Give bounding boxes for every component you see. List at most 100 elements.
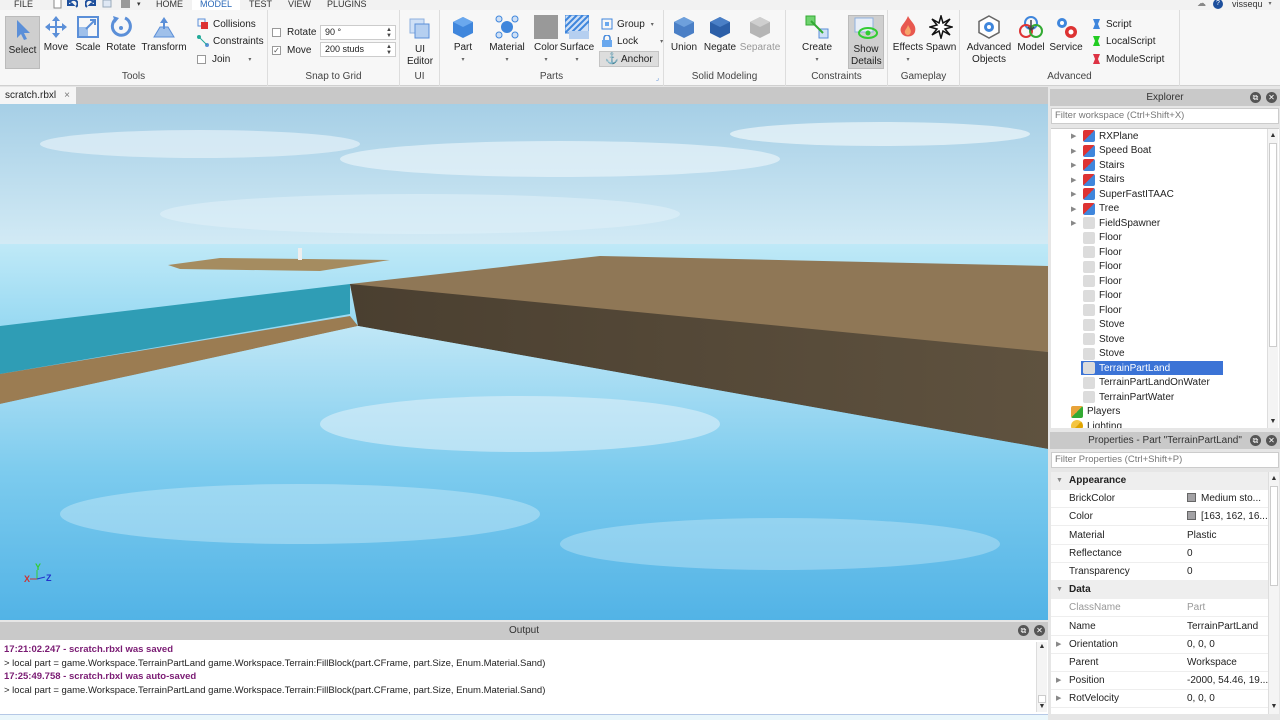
property-category[interactable]: ▼ Appearance [1051, 472, 1268, 490]
property-value[interactable]: Workspace [1187, 654, 1237, 672]
property-row[interactable]: Material Plastic [1051, 527, 1268, 545]
property-value[interactable]: 0 [1187, 563, 1193, 581]
output-scrollbar[interactable]: ▲ ▼ [1036, 642, 1047, 712]
join-toggle[interactable]: Join ▾ [197, 51, 251, 67]
properties-filter-input[interactable]: Filter Properties (Ctrl+Shift+P) [1051, 452, 1279, 468]
property-value[interactable]: Plastic [1187, 527, 1216, 545]
explorer-item[interactable]: Floor [1071, 231, 1122, 245]
model-button[interactable]: Model [1016, 14, 1046, 54]
rotate-snap-toggle[interactable]: Rotate [272, 24, 316, 40]
scroll-down-icon[interactable]: ▼ [1037, 702, 1047, 712]
command-bar[interactable] [0, 714, 1048, 720]
explorer-item[interactable]: Players [1067, 405, 1120, 419]
document-tab[interactable]: scratch.rbxl × [0, 87, 76, 104]
effects-dropdown-icon[interactable]: ▾ [906, 54, 909, 66]
property-row[interactable]: ▶ RotVelocity 0, 0, 0 [1051, 690, 1268, 709]
explorer-item[interactable]: Floor [1071, 303, 1122, 317]
join-dropdown-icon[interactable]: ▾ [248, 56, 251, 63]
explorer-item[interactable]: Floor [1071, 289, 1122, 303]
group-button[interactable]: Group ▾ [601, 16, 654, 32]
help-icon[interactable]: ? [1213, 0, 1223, 10]
move-snap-input[interactable]: 200 studs ▲ ▼ [320, 42, 396, 57]
explorer-item[interactable]: Lighting [1067, 419, 1122, 428]
explorer-item[interactable]: Floor [1071, 245, 1122, 259]
surface-dropdown-icon[interactable]: ▾ [575, 54, 578, 66]
negate-button[interactable]: Negate [704, 14, 736, 54]
property-row[interactable]: Parent Workspace [1051, 654, 1268, 672]
ui-editor-button[interactable]: UI Editor [404, 16, 436, 68]
explorer-item[interactable]: ▶ SuperFastITAAC [1071, 187, 1174, 201]
explorer-item[interactable]: TerrainPartWater [1071, 390, 1174, 404]
expand-arrow-icon[interactable]: ▶ [1056, 690, 1061, 708]
expand-arrow-icon[interactable]: ▶ [1071, 132, 1083, 140]
spinner-arrows-icon[interactable]: ▲ ▼ [386, 27, 392, 39]
quick-access-customize[interactable]: ▾ [137, 0, 141, 10]
material-button[interactable]: Material ▾ [488, 14, 526, 66]
service-button[interactable]: Service [1049, 14, 1083, 54]
part-button[interactable]: Part ▾ [450, 14, 476, 66]
tab-home[interactable]: HOME [156, 0, 183, 10]
explorer-item[interactable]: ▶ Speed Boat [1071, 144, 1151, 158]
explorer-item[interactable]: Floor [1071, 274, 1122, 288]
effects-button[interactable]: Effects ▾ [892, 14, 924, 66]
move-snap-checkbox[interactable]: ✓ [272, 45, 281, 55]
property-row[interactable]: Transparency 0 [1051, 563, 1268, 581]
expand-arrow-icon[interactable]: ▶ [1056, 636, 1061, 654]
select-button[interactable]: Select [5, 16, 40, 69]
property-value[interactable]: TerrainPartLand [1187, 618, 1258, 636]
undock-icon[interactable]: ⧉ [1250, 92, 1261, 103]
create-dropdown-icon[interactable]: ▾ [815, 54, 818, 66]
collapse-arrow-icon[interactable]: ▼ [1056, 472, 1063, 490]
explorer-item[interactable]: Stove [1071, 318, 1125, 332]
anchor-button[interactable]: ⚓ Anchor [599, 51, 659, 67]
close-tab-icon[interactable]: × [64, 87, 70, 104]
property-value[interactable]: 0, 0, 0 [1187, 690, 1215, 708]
explorer-item[interactable]: ▶ RXPlane [1071, 129, 1138, 143]
collisions-toggle[interactable]: Collisions [197, 16, 256, 32]
close-icon[interactable]: ✕ [1266, 92, 1277, 103]
script-button[interactable]: Script [1090, 16, 1132, 32]
expand-arrow-icon[interactable]: ▶ [1071, 219, 1083, 227]
scroll-thumb[interactable] [1269, 143, 1277, 347]
property-value[interactable]: Medium sto... [1187, 490, 1261, 508]
create-constraint-button[interactable]: Create ▾ [802, 14, 832, 66]
explorer-item[interactable]: Stove [1071, 347, 1125, 361]
union-button[interactable]: Union [670, 14, 698, 54]
localscript-button[interactable]: LocalScript [1090, 33, 1155, 49]
property-value[interactable]: 0 [1187, 545, 1193, 563]
tab-plugins[interactable]: PLUGINS [327, 0, 367, 10]
close-icon[interactable]: ✕ [1034, 625, 1045, 636]
scroll-up-icon[interactable]: ▲ [1268, 131, 1278, 141]
explorer-item[interactable]: TerrainPartLandOnWater [1071, 376, 1210, 390]
rotate-button[interactable]: Rotate [106, 14, 136, 54]
explorer-item[interactable]: Floor [1071, 260, 1122, 274]
part-dropdown-icon[interactable]: ▾ [461, 54, 464, 66]
property-value[interactable]: 0, 0, 0 [1187, 636, 1215, 654]
undock-icon[interactable]: ⧉ [1250, 435, 1261, 446]
surface-button[interactable]: Surface ▾ [560, 14, 594, 66]
join-checkbox[interactable] [197, 54, 206, 64]
publish-icon[interactable] [102, 0, 113, 9]
transform-button[interactable]: Transform [141, 14, 187, 54]
property-row[interactable]: ClassName Part [1051, 599, 1268, 618]
expand-arrow-icon[interactable]: ▶ [1056, 672, 1061, 690]
close-icon[interactable]: ✕ [1266, 435, 1277, 446]
expand-arrow-icon[interactable]: ▶ [1071, 161, 1083, 169]
tab-test[interactable]: TEST [249, 0, 272, 10]
material-dropdown-icon[interactable]: ▾ [505, 54, 508, 66]
scale-button[interactable]: Scale [74, 14, 102, 54]
new-file-icon[interactable] [52, 0, 63, 9]
property-value[interactable]: [163, 162, 16... [1187, 508, 1268, 526]
scroll-down-icon[interactable]: ▼ [1268, 417, 1278, 427]
property-row[interactable]: Reflectance 0 [1051, 545, 1268, 563]
stop-icon[interactable] [120, 0, 131, 9]
collapse-arrow-icon[interactable]: ▼ [1056, 581, 1063, 599]
rotate-snap-checkbox[interactable] [272, 27, 281, 37]
move-button[interactable]: Move [42, 14, 70, 54]
lock-dropdown-icon[interactable]: ▾ [660, 38, 663, 45]
spinner-arrows-icon[interactable]: ▲ ▼ [386, 44, 392, 56]
property-value[interactable]: -2000, 54.46, 19... [1187, 672, 1268, 690]
explorer-item[interactable]: ▶ Stairs [1071, 158, 1125, 172]
undo-icon[interactable] [67, 0, 78, 9]
property-row[interactable]: ▶ Orientation 0, 0, 0 [1051, 636, 1268, 654]
